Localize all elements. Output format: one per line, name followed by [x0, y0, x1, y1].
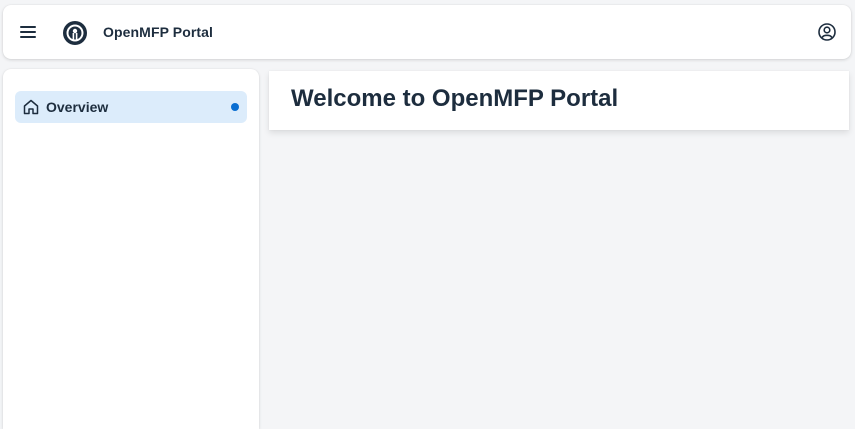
selected-indicator-dot: [231, 103, 239, 111]
user-profile-icon[interactable]: [817, 22, 837, 42]
openmfp-logo-icon[interactable]: [62, 20, 88, 46]
side-navigation: Overview: [3, 69, 259, 429]
hamburger-menu-icon[interactable]: [17, 21, 39, 43]
shell-bar: OpenMFP Portal: [3, 5, 851, 59]
app-title[interactable]: OpenMFP Portal: [103, 24, 213, 40]
sidebar-item-label: Overview: [46, 99, 109, 115]
home-icon: [22, 98, 40, 116]
page-title: Welcome to OpenMFP Portal: [291, 85, 619, 112]
sidebar-item-overview[interactable]: Overview: [15, 91, 247, 123]
page-header: Welcome to OpenMFP Portal: [269, 71, 849, 130]
